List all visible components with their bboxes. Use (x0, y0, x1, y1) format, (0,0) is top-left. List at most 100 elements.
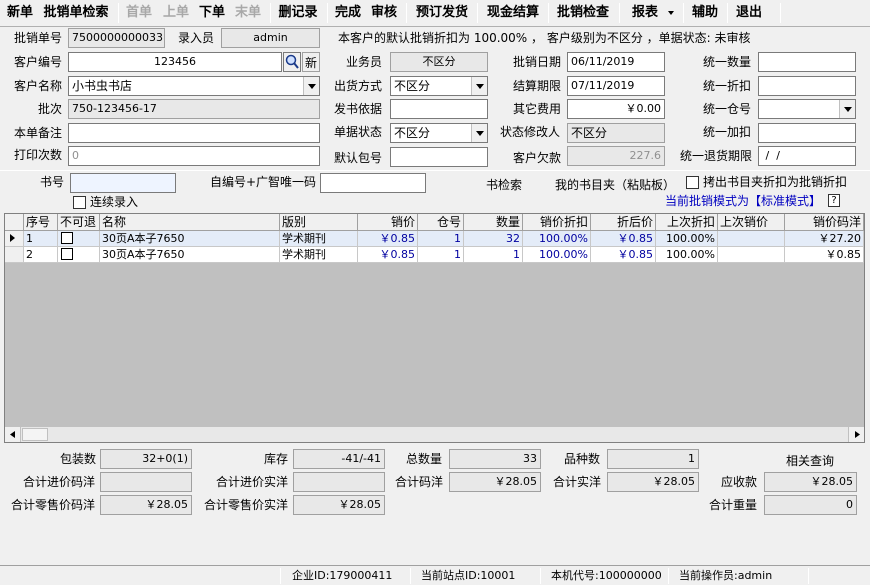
copy-discount-checkbox[interactable] (686, 176, 699, 189)
other-fee-input[interactable]: ￥0.00 (567, 99, 665, 119)
batch-check-button[interactable]: 批销检查 (553, 2, 613, 24)
report-button[interactable]: 报表 (628, 2, 662, 24)
cell-name[interactable]: 30页A本子7650 (100, 231, 280, 247)
remark-label: 本单备注 (14, 126, 63, 140)
assist-button[interactable]: 辅助 (689, 2, 721, 24)
my-folder-label[interactable]: 我的书目夹（粘贴板） (555, 175, 675, 195)
chevron-down-icon[interactable] (471, 124, 487, 142)
unify-markup-input[interactable] (758, 123, 856, 143)
unify-warehouse-select[interactable] (758, 99, 856, 119)
cell-code-amount[interactable]: ￥0.85 (785, 247, 864, 263)
cell-warehouse[interactable]: 1 (418, 247, 464, 263)
continuous-entry-checkbox[interactable] (73, 196, 86, 209)
items-grid[interactable]: 序号 不可退 名称 版别 销价 仓号 数量 销价折扣 折后价 上次折扣 上次销价… (4, 213, 865, 443)
review-button[interactable]: 审核 (368, 2, 400, 24)
chevron-down-icon[interactable] (839, 100, 855, 118)
new-button[interactable]: 新单 (4, 2, 36, 24)
settle-deadline-input[interactable]: 07/11/2019 (567, 76, 665, 96)
cell-discount[interactable]: 100.00% (523, 247, 591, 263)
row-indicator[interactable] (5, 247, 24, 263)
report-dropdown-icon[interactable] (668, 11, 674, 15)
help-icon[interactable]: ? (828, 194, 840, 207)
finish-button[interactable]: 完成 (332, 2, 364, 24)
toolbar-separator (270, 3, 271, 23)
batch-search-button[interactable]: 批销单检索 (40, 2, 112, 24)
customer-no-label: 客户编号 (14, 55, 63, 69)
grid-header-discounted-price[interactable]: 折后价 (591, 214, 656, 231)
doc-status-select[interactable]: 不区分 (390, 123, 488, 143)
default-pkg-input[interactable] (390, 147, 488, 167)
cash-settle-button[interactable]: 现金结算 (483, 2, 543, 24)
cell-discounted-price[interactable]: ￥0.85 (591, 231, 656, 247)
grid-header-name[interactable]: 名称 (100, 214, 280, 231)
customer-no-input[interactable]: 123456 (68, 52, 282, 72)
grid-header-nonreturn[interactable]: 不可退 (58, 214, 100, 231)
arrow-right-icon (855, 431, 860, 438)
default-pkg-label: 默认包号 (334, 151, 383, 165)
cell-last-discount[interactable]: 100.00% (656, 231, 718, 247)
preorder-ship-button[interactable]: 预订发货 (412, 2, 472, 24)
status-separator (808, 568, 809, 584)
cell-nonreturn[interactable] (58, 231, 100, 247)
nonreturn-checkbox[interactable] (61, 248, 73, 260)
scroll-thumb[interactable] (22, 428, 48, 441)
remark-input[interactable] (68, 123, 320, 143)
grid-header-qty[interactable]: 数量 (464, 214, 523, 231)
cell-name[interactable]: 30页A本子7650 (100, 247, 280, 263)
scroll-left-button[interactable] (5, 427, 21, 442)
grid-header-code-amount[interactable]: 销价码洋 (785, 214, 864, 231)
book-no-input[interactable] (70, 173, 176, 193)
customer-notice: 本客户的默认批销折扣为 100.00% ， 客户级别为不区分 ，单据状态: 未审… (338, 31, 751, 45)
customer-search-button[interactable] (283, 52, 301, 72)
prev-button[interactable]: 上单 (159, 2, 193, 24)
cell-seq[interactable]: 1 (24, 231, 58, 247)
grid-header-price[interactable]: 销价 (358, 214, 418, 231)
grid-header-last-price[interactable]: 上次销价 (718, 214, 785, 231)
cell-discount[interactable]: 100.00% (523, 231, 591, 247)
ship-basis-label: 发书依据 (334, 102, 383, 116)
cell-qty[interactable]: 1 (464, 247, 523, 263)
cell-warehouse[interactable]: 1 (418, 231, 464, 247)
grid-header-discount[interactable]: 销价折扣 (523, 214, 591, 231)
self-code-input[interactable] (320, 173, 426, 193)
cell-nonreturn[interactable] (58, 247, 100, 263)
first-button[interactable]: 首单 (122, 2, 156, 24)
total-code-label: 合计码洋 (395, 475, 444, 489)
unify-qty-input[interactable] (758, 52, 856, 72)
exit-button[interactable]: 退出 (733, 2, 765, 24)
ship-basis-input[interactable] (390, 99, 488, 119)
total-qty-label: 总数量 (406, 452, 443, 466)
chevron-down-icon[interactable] (303, 77, 319, 95)
horizontal-scrollbar[interactable] (5, 426, 864, 442)
unify-discount-input[interactable] (758, 76, 856, 96)
delete-record-button[interactable]: 删记录 (275, 2, 321, 24)
cell-last-price[interactable] (718, 247, 785, 263)
last-button[interactable]: 末单 (231, 2, 265, 24)
chevron-down-icon[interactable] (471, 77, 487, 95)
cell-code-amount[interactable]: ￥27.20 (785, 231, 864, 247)
book-search-label[interactable]: 书检索 (486, 175, 522, 195)
grid-header-edition[interactable]: 版别 (280, 214, 358, 231)
grid-header-warehouse[interactable]: 仓号 (418, 214, 464, 231)
cell-qty[interactable]: 32 (464, 231, 523, 247)
cell-last-discount[interactable]: 100.00% (656, 247, 718, 263)
related-query-link[interactable]: 相关查询 (786, 451, 834, 471)
nonreturn-checkbox[interactable] (61, 232, 73, 244)
cell-seq[interactable]: 2 (24, 247, 58, 263)
cell-last-price[interactable] (718, 231, 785, 247)
cell-price[interactable]: ￥0.85 (358, 247, 418, 263)
cell-price[interactable]: ￥0.85 (358, 231, 418, 247)
row-indicator[interactable] (5, 231, 24, 247)
cell-edition[interactable]: 学术期刊 (280, 247, 358, 263)
next-button[interactable]: 下单 (195, 2, 229, 24)
customer-name-select[interactable]: 小书虫书店 (68, 76, 320, 96)
grid-header-last-discount[interactable]: 上次折扣 (656, 214, 718, 231)
cell-discounted-price[interactable]: ￥0.85 (591, 247, 656, 263)
scroll-right-button[interactable] (848, 427, 864, 442)
ship-method-select[interactable]: 不区分 (390, 76, 488, 96)
grid-header-seq[interactable]: 序号 (24, 214, 58, 231)
unify-return-input[interactable]: / / (758, 146, 856, 166)
cell-edition[interactable]: 学术期刊 (280, 231, 358, 247)
new-customer-button[interactable]: 新 (302, 52, 320, 72)
batch-date-input[interactable]: 06/11/2019 (567, 52, 665, 72)
